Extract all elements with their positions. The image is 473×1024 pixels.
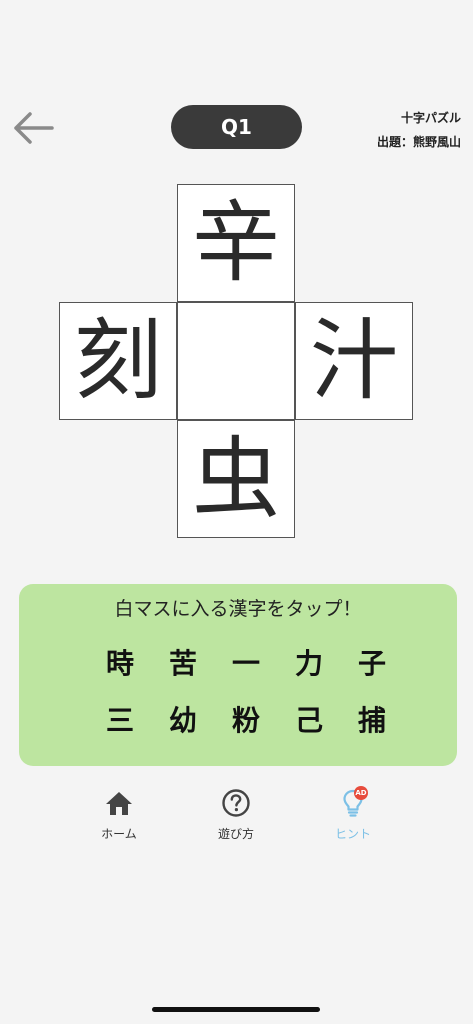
cell-right: 汁: [295, 302, 413, 420]
tab-home[interactable]: ホーム: [79, 788, 159, 848]
choice-button[interactable]: 捕: [352, 699, 392, 739]
choice-button[interactable]: 三: [100, 699, 140, 739]
author-label: 出題：熊野風山: [376, 135, 461, 149]
choice-row-1: 時 苦 一 力 子: [100, 642, 392, 682]
choice-button[interactable]: 幼: [163, 699, 203, 739]
choice-button[interactable]: 時: [100, 642, 140, 682]
question-number: Q1: [171, 105, 302, 149]
ad-badge: AD: [354, 786, 368, 800]
tab-home-label: ホーム: [101, 827, 137, 841]
choice-row-2: 三 幼 粉 己 捕: [100, 699, 392, 739]
cell-bottom: 虫: [177, 420, 295, 538]
tab-bar: ホーム 遊び方 AD ヒント: [0, 786, 473, 848]
lightbulb-icon: AD: [338, 786, 368, 818]
tab-hint[interactable]: AD ヒント: [313, 786, 393, 848]
home-indicator[interactable]: [152, 1007, 320, 1012]
choice-button[interactable]: 苦: [163, 642, 203, 682]
choice-button[interactable]: 己: [289, 699, 329, 739]
puzzle-info: 十字パズル 出題：熊野風山: [377, 106, 461, 154]
tab-howto-label: 遊び方: [217, 827, 254, 841]
home-icon: [104, 788, 134, 818]
puzzle-type-label: 十字パズル: [400, 111, 461, 125]
tab-howto[interactable]: 遊び方: [196, 788, 276, 848]
choice-button[interactable]: 力: [289, 642, 329, 682]
choice-button[interactable]: 一: [226, 642, 266, 682]
question-circle-icon: [221, 788, 251, 818]
choice-button[interactable]: 粉: [226, 699, 266, 739]
cell-top: 辛: [177, 184, 295, 302]
cell-center-blank[interactable]: [177, 302, 295, 420]
cell-left: 刻: [59, 302, 177, 420]
tab-hint-label: ヒント: [334, 827, 371, 841]
choice-button[interactable]: 子: [352, 642, 392, 682]
arrow-left-icon: [14, 112, 54, 144]
choice-panel: 白マスに入る漢字をタップ！ 時 苦 一 力 子 三 幼 粉 己 捕: [19, 584, 457, 766]
choice-instruction: 白マスに入る漢字をタップ！: [114, 598, 362, 620]
back-button[interactable]: [10, 106, 56, 150]
